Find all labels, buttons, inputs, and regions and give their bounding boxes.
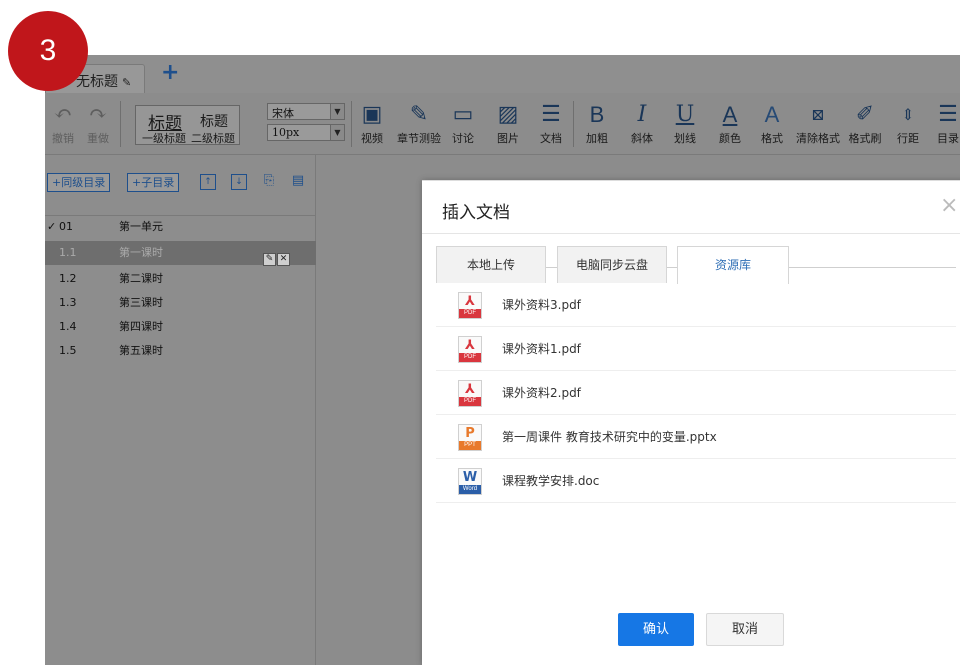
- tree-item-lesson[interactable]: 1.4 第四课时: [45, 315, 316, 339]
- file-row[interactable]: P PPT 第一周课件 教育技术研究中的变量.pptx: [436, 415, 956, 459]
- line-spacing-icon: ⇕: [901, 105, 915, 124]
- toolbar-divider: [573, 101, 574, 147]
- tree-item-prefix: ✓: [47, 220, 57, 233]
- redo-button[interactable]: ↷ 重做: [83, 103, 113, 146]
- add-sibling-button[interactable]: +同级目录: [47, 173, 111, 192]
- image-icon: ▨: [497, 102, 519, 127]
- add-child-button[interactable]: +子目录: [127, 173, 180, 192]
- font-family-select[interactable]: 宋体 ▼: [267, 103, 345, 120]
- quiz-icon: ✎: [409, 102, 429, 127]
- tree-item-lesson[interactable]: 1.5 第五课时: [45, 339, 316, 363]
- document-icon: ☰: [541, 102, 561, 127]
- step-badge: 3: [8, 11, 88, 91]
- file-name: 课外资料3.pdf: [502, 298, 581, 312]
- underline-button[interactable]: U 划线: [671, 103, 699, 146]
- file-name: 课外资料2.pdf: [502, 386, 581, 400]
- undo-icon: ↶: [53, 102, 73, 127]
- file-name: 第一周课件 教育技术研究中的变量.pptx: [502, 430, 717, 444]
- italic-button[interactable]: I 斜体: [628, 103, 656, 146]
- tab-cloud-drive[interactable]: 电脑同步云盘: [557, 246, 667, 283]
- heading2-label: 二级标题: [191, 132, 235, 145]
- file-row[interactable]: W Word 课程教学安排.doc: [436, 459, 956, 503]
- delete-icon[interactable]: ✕: [277, 253, 290, 266]
- clear-format-icon: ⊠: [811, 105, 825, 124]
- file-name: 课程教学安排.doc: [502, 474, 600, 488]
- format-brush-button[interactable]: ✐ 格式刷: [845, 103, 885, 146]
- format-icon: A: [764, 102, 780, 127]
- discussion-icon: ▭: [452, 102, 474, 127]
- pdf-icon: ⅄ PDF: [458, 292, 482, 319]
- video-icon: ▣: [361, 102, 383, 127]
- underline-icon: U: [675, 102, 695, 127]
- toc-button[interactable]: ☰ 目录: [935, 103, 960, 146]
- file-name: 课外资料1.pdf: [502, 342, 581, 356]
- outline-icon[interactable]: ▤: [290, 174, 306, 190]
- bold-icon: B: [589, 102, 605, 127]
- outline-sidebar: +同级目录 +子目录 ↑ ↓ ⎘ ▤ ✓ 01 第一单元 1.1 第一课时 ✎ ✕ 1.2…: [45, 155, 316, 665]
- chevron-down-icon: ▼: [330, 104, 344, 119]
- toolbar-divider: [351, 101, 352, 147]
- move-down-icon[interactable]: ↓: [231, 174, 247, 190]
- dialog-divider: [422, 233, 960, 234]
- edit-icon[interactable]: ✎: [263, 253, 276, 266]
- list-icon: ☰: [938, 102, 958, 127]
- dialog-title: 插入文档: [442, 203, 510, 223]
- confirm-button[interactable]: 确认: [618, 613, 694, 646]
- tree-item-unit[interactable]: ✓ 01 第一单元: [45, 215, 316, 239]
- file-row[interactable]: ⅄ PDF 课外资料2.pdf: [436, 371, 956, 415]
- font-size-select[interactable]: 10px ▼: [267, 124, 345, 141]
- image-button[interactable]: ▨ 图片: [494, 103, 522, 146]
- add-tab-button[interactable]: +: [161, 61, 181, 85]
- import-icon[interactable]: ⎘: [261, 174, 277, 190]
- pencil-icon[interactable]: ✎: [122, 76, 131, 89]
- italic-icon: I: [637, 102, 647, 127]
- font-color-icon: A: [722, 102, 738, 127]
- word-icon: W Word: [458, 468, 482, 495]
- heading1-label: 一级标题: [142, 132, 186, 145]
- ppt-icon: P PPT: [458, 424, 482, 451]
- pdf-icon: ⅄ PDF: [458, 380, 482, 407]
- cancel-button[interactable]: 取消: [706, 613, 784, 646]
- discussion-button[interactable]: ▭ 讨论: [449, 103, 477, 146]
- tree-item-lesson[interactable]: 1.2 第二课时: [45, 267, 316, 291]
- tab-title: 无标题: [76, 74, 118, 90]
- pdf-icon: ⅄ PDF: [458, 336, 482, 363]
- heading2-option[interactable]: 标题: [200, 111, 228, 131]
- editor-toolbar: ↶ 撤销 ↷ 重做 标题 标题 一级标题 二级标题 宋体 ▼ 10px ▼ ▣ 视频 ✎ 章…: [45, 93, 960, 155]
- tree-item-lesson[interactable]: 1.3 第三课时: [45, 291, 316, 315]
- bold-button[interactable]: B 加粗: [583, 103, 611, 146]
- tab-local-upload[interactable]: 本地上传: [436, 246, 546, 283]
- tab-resource-library[interactable]: 资源库: [677, 246, 789, 284]
- line-spacing-button[interactable]: ⇕ 行距: [893, 103, 923, 146]
- move-up-icon[interactable]: ↑: [200, 174, 216, 190]
- tree-item-lesson-active[interactable]: 1.1 第一课时 ✎ ✕: [45, 241, 316, 266]
- quiz-button[interactable]: ✎ 章节测验: [394, 103, 444, 146]
- heading-style-picker[interactable]: 标题 标题 一级标题 二级标题: [135, 105, 240, 145]
- chevron-down-icon: ▼: [330, 125, 344, 140]
- document-tab-bar: 无标题 ✎ +: [45, 55, 960, 93]
- file-row[interactable]: ⅄ PDF 课外资料3.pdf: [436, 283, 956, 327]
- file-row[interactable]: ⅄ PDF 课外资料1.pdf: [436, 327, 956, 371]
- format-button[interactable]: A 格式: [757, 103, 787, 146]
- clear-format-button[interactable]: ⊠ 清除格式: [793, 103, 843, 146]
- close-icon[interactable]: ×: [940, 193, 958, 218]
- redo-icon: ↷: [88, 102, 108, 127]
- brush-icon: ✐: [855, 102, 875, 127]
- video-button[interactable]: ▣ 视频: [359, 103, 385, 146]
- insert-document-dialog: 插入文档 × 本地上传 电脑同步云盘 资源库 ⅄ PDF 课外资料3.pdf ⅄ PD…: [422, 180, 960, 665]
- document-button[interactable]: ☰ 文档: [537, 103, 565, 146]
- color-button[interactable]: A 颜色: [716, 103, 744, 146]
- undo-button[interactable]: ↶ 撤销: [48, 103, 78, 146]
- toolbar-divider: [120, 101, 121, 147]
